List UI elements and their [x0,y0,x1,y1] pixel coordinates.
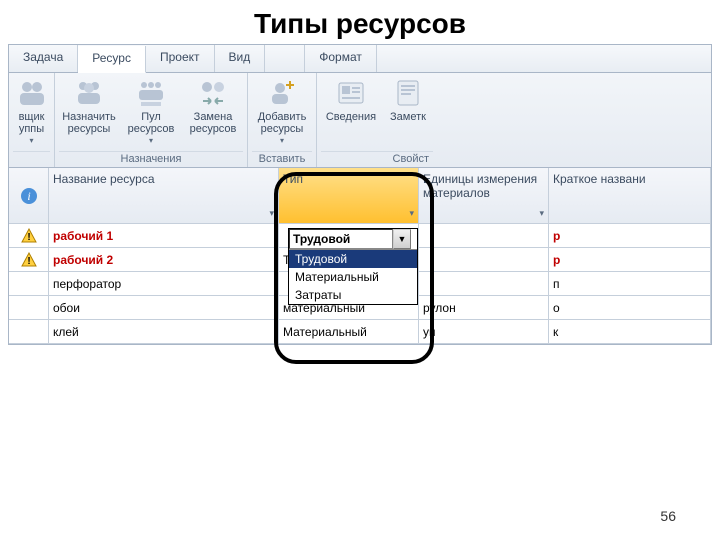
pool-icon [135,77,167,109]
ribbon-btn-assign[interactable]: Назначитьресурсы [59,75,119,137]
info-card-icon [335,77,367,109]
ribbon-btn-label: Добавитьресурсы [258,111,307,135]
warning-icon: ! [21,252,37,268]
cell-unit[interactable] [419,248,549,271]
ribbon-btn-label: Сведения [326,111,376,123]
ribbon-btn-label: вщикуппы [19,111,45,135]
chevron-down-icon: ▾ [149,136,153,145]
ribbon-btn-add[interactable]: Добавитьресурсы ▾ [252,75,312,147]
combo-dropdown-button[interactable]: ▼ [393,229,411,249]
cell-unit[interactable]: уп [419,320,549,343]
svg-text:!: ! [27,232,30,243]
ribbon-btn-info[interactable]: Сведения [321,75,381,125]
cell-unit[interactable] [419,272,549,295]
header-units[interactable]: Единицы измерения материалов▾ [419,168,549,223]
cell-indicator: ! [9,248,49,271]
ribbon-btn-label: Заметк [390,111,426,123]
cell-indicator [9,320,49,343]
tab-view[interactable]: Вид [215,45,266,72]
cell-unit[interactable]: рулон [419,296,549,319]
group-label-empty [13,151,50,167]
cell-short[interactable]: о [549,296,711,319]
combo-option[interactable]: Затраты [289,286,417,304]
chevron-down-icon: ▾ [29,136,33,145]
page-number: 56 [660,508,676,524]
combo-input-row: ▼ [289,229,417,249]
cell-indicator [9,272,49,295]
info-icon: i [20,187,38,205]
tab-task[interactable]: Задача [9,45,78,72]
ribbon-tabs: Задача Ресурс Проект Вид Формат [8,44,712,72]
sort-caret-icon: ▾ [269,208,274,219]
ribbon-btn-label: Пулресурсов [128,111,175,135]
cell-type[interactable]: Материальный [279,320,419,343]
cell-name[interactable]: рабочий 2 [49,248,279,271]
type-combobox[interactable]: ▼ Трудовой Материальный Затраты [288,228,418,305]
header-type[interactable]: Тип▾ [279,168,419,223]
cell-indicator [9,296,49,319]
header-short[interactable]: Краткое названи [549,168,711,223]
cell-short[interactable]: р [549,248,711,271]
cell-name[interactable]: клей [49,320,279,343]
cell-name[interactable]: обои [49,296,279,319]
ribbon-btn-pool[interactable]: Пулресурсов ▾ [121,75,181,147]
svg-text:!: ! [27,256,30,267]
cell-indicator: ! [9,224,49,247]
ribbon: вщикуппы ▾ Назначитьресурсы [8,72,712,168]
sort-caret-icon: ▾ [539,208,544,219]
ribbon-group-properties: Сведения Заметк Свойст [317,73,437,167]
notes-icon [392,77,424,109]
assign-icon [73,77,105,109]
warning-icon: ! [21,228,37,244]
tab-format[interactable]: Формат [305,45,377,72]
cell-short[interactable]: р [549,224,711,247]
ribbon-group-insert: Добавитьресурсы ▾ Вставить [248,73,317,167]
tab-project[interactable]: Проект [146,45,215,72]
group-label-properties: Свойст [321,151,433,167]
group-label-assignments: Назначения [59,151,243,167]
header-indicator[interactable]: i [9,168,49,223]
cell-short[interactable]: п [549,272,711,295]
svg-text:i: i [27,189,30,203]
tabs-gap [265,45,305,72]
combo-input[interactable] [289,229,393,249]
combo-option[interactable]: Трудовой [289,250,417,268]
chevron-down-icon: ▼ [398,234,407,244]
group-label-insert: Вставить [252,151,312,167]
ribbon-btn-label: Заменаресурсов [190,111,237,135]
ribbon-btn-label: Назначитьресурсы [62,111,116,135]
grid-header-row: i Название ресурса▾ Тип▾ Единицы измерен… [9,168,711,224]
people-icon [16,77,48,109]
tab-resource[interactable]: Ресурс [78,46,146,73]
add-resource-icon [266,77,298,109]
combo-list: Трудовой Материальный Затраты [289,249,417,304]
slide-title: Типы ресурсов [0,0,720,44]
ribbon-group-assignments: Назначитьресурсы Пулресурсов ▾ Заменарес… [55,73,248,167]
ribbon-btn-notes[interactable]: Заметк [383,75,433,125]
table-row[interactable]: клей Материальный уп к [9,320,711,344]
chevron-down-icon: ▾ [280,136,284,145]
replace-icon [197,77,229,109]
cell-name[interactable]: рабочий 1 [49,224,279,247]
cell-name[interactable]: перфоратор [49,272,279,295]
ribbon-group-truncated: вщикуппы ▾ [9,73,55,167]
ribbon-btn-replace[interactable]: Заменаресурсов [183,75,243,137]
cell-short[interactable]: к [549,320,711,343]
ribbon-btn-truncated[interactable]: вщикуппы ▾ [13,75,50,147]
header-name[interactable]: Название ресурса▾ [49,168,279,223]
app-window: Задача Ресурс Проект Вид Формат вщикуппы… [8,44,712,345]
cell-unit[interactable] [419,224,549,247]
combo-option[interactable]: Материальный [289,268,417,286]
sort-caret-icon: ▾ [409,208,414,219]
